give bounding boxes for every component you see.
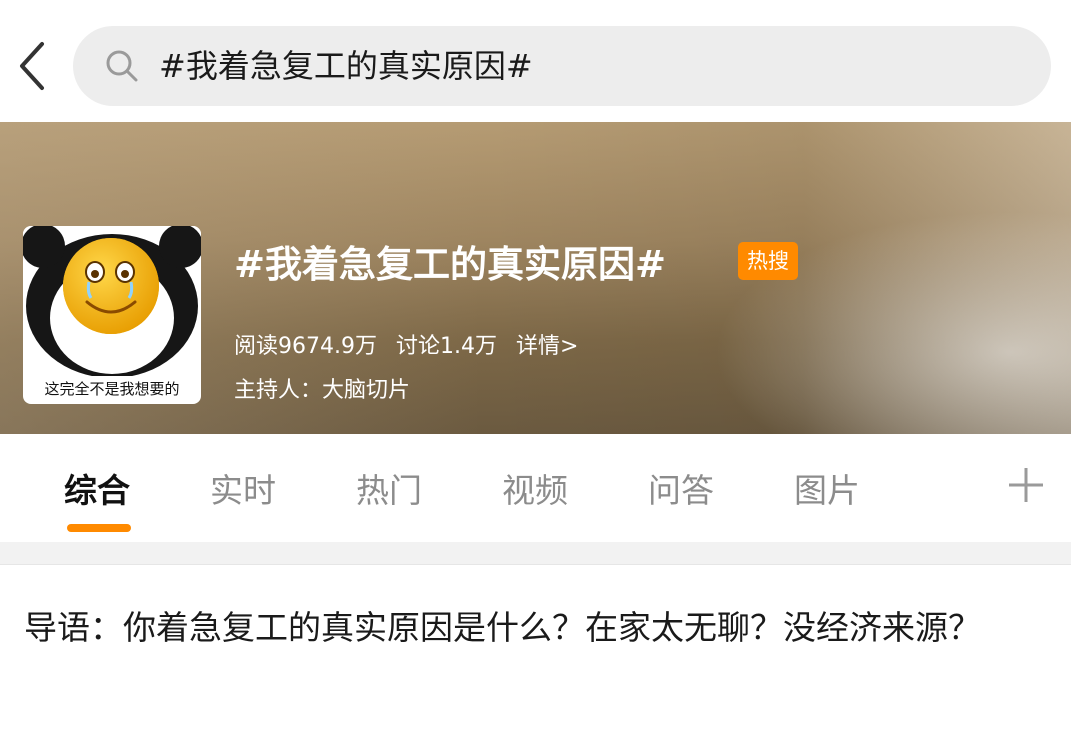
topic-avatar[interactable]: 这完全不是我想要的	[23, 226, 201, 404]
hot-search-badge: 热搜	[738, 242, 798, 280]
topic-title: #我着急复工的真实原因#	[234, 243, 667, 286]
topic-banner: 这完全不是我想要的 #我着急复工的真实原因# 热搜 阅读9674.9万 讨论1.…	[0, 122, 1071, 434]
tab-hot[interactable]: 热门	[356, 464, 422, 512]
details-link[interactable]: 详情>	[516, 334, 578, 359]
topic-tabs: 综合 实时 热门 视频 问答 图片	[0, 434, 1071, 542]
read-count: 阅读9674.9万	[234, 334, 377, 359]
plus-icon	[1009, 468, 1043, 502]
section-divider	[0, 542, 1071, 565]
tab-video[interactable]: 视频	[502, 464, 568, 512]
avatar-caption: 这完全不是我想要的	[44, 380, 180, 398]
crying-panda-emoji-image	[23, 226, 201, 378]
search-header: #我着急复工的真实原因#	[0, 0, 1071, 122]
tab-comprehensive[interactable]: 综合	[64, 464, 130, 512]
topic-page: #我着急复工的真实原因# 这完全不是我想要的 #我着急复工的真实原因# 热搜 阅…	[0, 0, 1071, 739]
topic-intro: 导语：你着急复工的真实原因是什么？在家太无聊？没经济来源？	[24, 608, 981, 647]
search-input[interactable]: #我着急复工的真实原因#	[73, 26, 1051, 106]
topic-stats: 阅读9674.9万 讨论1.4万 详情>	[234, 328, 590, 360]
search-icon	[106, 50, 138, 82]
back-button[interactable]	[8, 34, 56, 98]
tab-qa[interactable]: 问答	[648, 464, 714, 512]
chevron-left-icon	[20, 42, 44, 90]
tab-realtime[interactable]: 实时	[210, 464, 276, 512]
discussion-count: 讨论1.4万	[395, 334, 497, 359]
add-tab-button[interactable]	[1004, 456, 1048, 516]
active-tab-indicator	[67, 524, 131, 532]
tab-overflow-fade	[930, 434, 990, 542]
search-query-text: #我着急复工的真实原因#	[159, 47, 533, 85]
tab-images[interactable]: 图片	[794, 464, 860, 512]
topic-host: 主持人：大脑切片	[234, 378, 411, 403]
